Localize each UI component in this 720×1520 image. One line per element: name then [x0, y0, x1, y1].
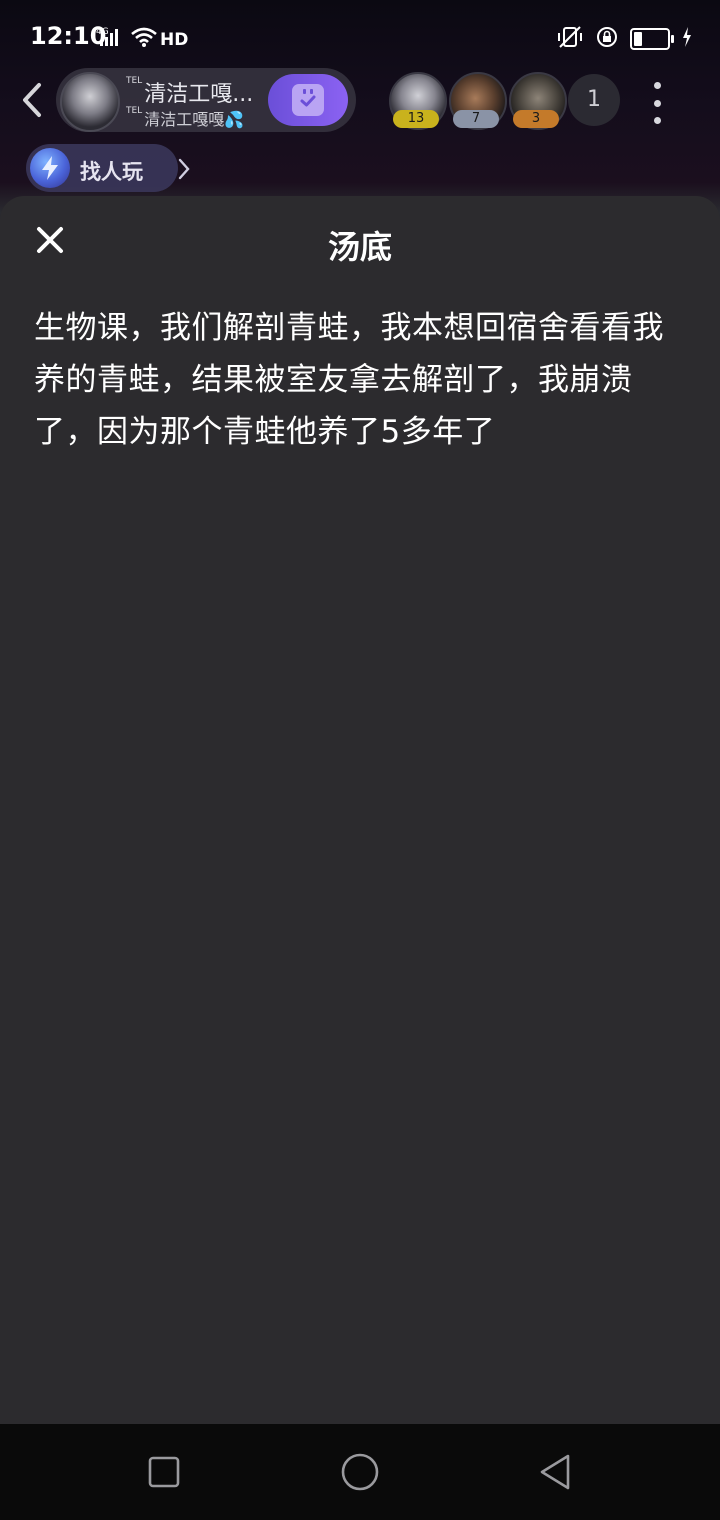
wifi-icon [130, 26, 158, 52]
room-info-pill[interactable]: TEL清洁工嘎... TEL 清洁工嘎嘎💦 [56, 68, 356, 132]
find-play-label: 找人玩 [80, 160, 143, 184]
battery-icon [630, 28, 674, 50]
square-icon [148, 1456, 180, 1488]
sheet-body-text: 生物课，我们解剖青蛙，我本想回宿舍看看我养的青蛙，结果被室友拿去解剖了，我崩溃了… [34, 310, 664, 450]
find-play-button[interactable]: 找人玩 [26, 144, 190, 192]
dot-icon [653, 82, 661, 89]
member-count-button[interactable]: 1 [568, 74, 620, 126]
vibrate-icon [556, 25, 584, 53]
answer-sheet: 汤底 生物课，我们解剖青蛙，我本想回宿舍看看我养的青蛙，结果被室友拿去解剖了，我… [0, 196, 720, 1424]
lock-rotation-icon [596, 26, 618, 52]
member-level-badge: 13 [393, 110, 439, 128]
back-nav-button[interactable] [536, 1452, 576, 1492]
more-options-button[interactable] [642, 80, 672, 126]
dot-icon [653, 99, 661, 107]
room-title: TEL清洁工嘎... [126, 76, 253, 108]
chevron-right-icon [178, 158, 190, 184]
triangle-back-icon [540, 1454, 570, 1490]
screen: 12:10 4G HD TEL清洁工嘎... TEL 清洁工嘎嘎💦 13 7 3… [0, 0, 720, 1520]
status-right [556, 25, 692, 53]
hd-label: HD [160, 30, 189, 50]
chevron-left-icon [23, 83, 41, 117]
tel-tag: TEL [126, 106, 143, 116]
tel-tag: TEL [126, 76, 143, 86]
member-level-badge: 7 [453, 110, 499, 128]
room-subtitle: TEL 清洁工嘎嘎💦 [126, 106, 244, 130]
room-owner-avatar[interactable] [60, 72, 120, 132]
room-subtitle-text: 清洁工嘎嘎 [144, 110, 225, 129]
status-time: 12:10 [30, 22, 107, 50]
back-button[interactable] [14, 76, 50, 124]
member-level-badge: 3 [513, 110, 559, 128]
calendar-check-icon [292, 84, 324, 116]
room-title-text: 清洁工嘎... [144, 82, 254, 107]
system-nav-bar [0, 1424, 720, 1520]
signal-icon: 4G [96, 26, 124, 54]
dot-icon [653, 117, 661, 124]
circle-icon [341, 1453, 379, 1491]
lightning-icon [30, 148, 70, 188]
sheet-title: 汤底 [327, 228, 392, 266]
home-button[interactable] [338, 1450, 382, 1494]
checkin-button[interactable] [268, 74, 348, 126]
charging-icon [682, 27, 692, 51]
water-drop-icon: 💦 [224, 110, 245, 129]
network-type-label: 4G [96, 27, 109, 37]
recent-apps-button[interactable] [144, 1452, 184, 1492]
